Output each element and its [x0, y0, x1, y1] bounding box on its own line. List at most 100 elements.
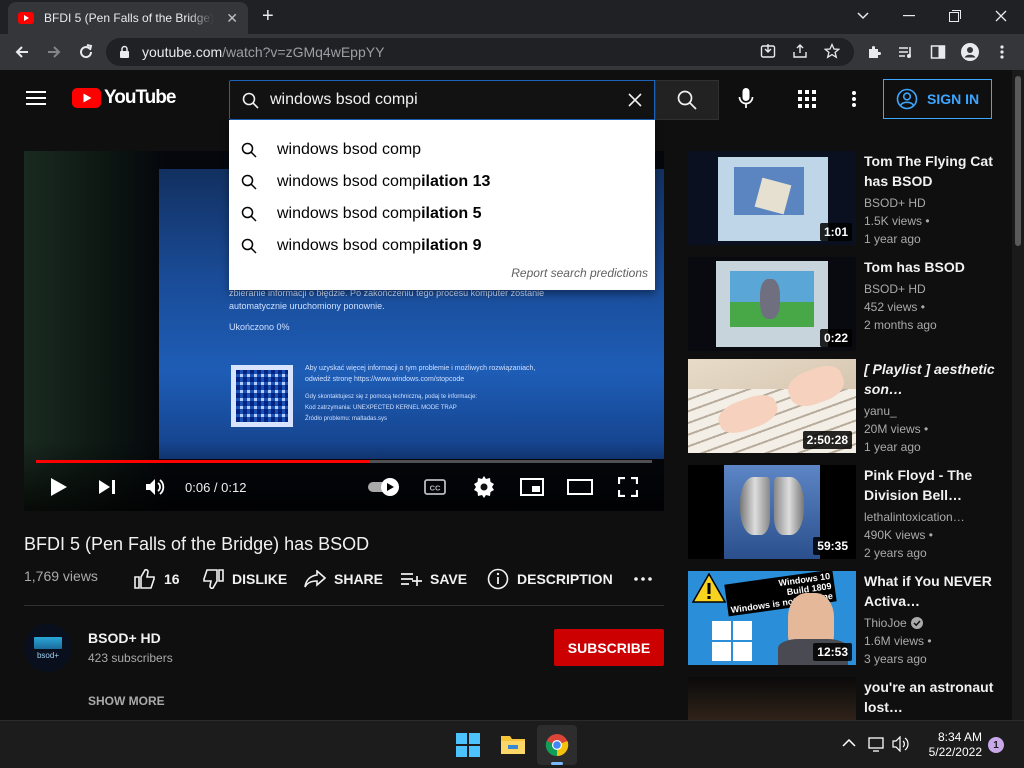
- close-window-icon[interactable]: [987, 6, 1015, 26]
- search-button[interactable]: [655, 80, 719, 120]
- recommendation-title[interactable]: What if You NEVER Activa…: [864, 571, 998, 611]
- more-actions-icon[interactable]: [634, 568, 652, 590]
- file-explorer-folder-icon[interactable]: [500, 733, 526, 755]
- back-arrow-icon[interactable]: [12, 42, 32, 62]
- video-thumbnail[interactable]: 1:01: [688, 151, 856, 245]
- suggestion-text: windows bsod compilation 13: [277, 173, 490, 191]
- voice-search-mic-icon[interactable]: [738, 88, 754, 110]
- play-icon[interactable]: [50, 473, 68, 501]
- recommendation-item[interactable]: 59:35 Pink Floyd - The Division Bell… le…: [688, 465, 1008, 565]
- show-more-button[interactable]: SHOW MORE: [88, 694, 165, 708]
- settings-gear-icon[interactable]: [473, 473, 495, 501]
- clock-time: 8:34 AM: [937, 730, 982, 744]
- time-display: 0:06 / 0:12: [185, 479, 247, 495]
- apps-grid-icon[interactable]: [798, 90, 816, 108]
- install-app-icon[interactable]: [760, 43, 776, 59]
- share-button[interactable]: SHARE: [304, 568, 383, 590]
- suggestion-text: windows bsod compilation 5: [277, 205, 482, 223]
- recommendation-item[interactable]: Windows 10 Build 1809 Windows is not gen…: [688, 571, 1008, 671]
- suggestion-search-icon: [241, 174, 257, 190]
- channel-avatar-logo: [34, 636, 62, 649]
- address-bar[interactable]: youtube.com/watch?v=zGMq4wEppYY: [106, 38, 854, 66]
- recommendation-title[interactable]: Tom has BSOD: [864, 257, 998, 277]
- video-thumbnail[interactable]: 59:35: [688, 465, 856, 559]
- video-thumbnail[interactable]: 0:22: [688, 257, 856, 351]
- info-icon: [487, 568, 509, 590]
- extensions-puzzle-icon[interactable]: [864, 42, 884, 62]
- channel-avatar[interactable]: bsod+: [24, 624, 72, 672]
- hamburger-menu-icon[interactable]: [26, 90, 46, 106]
- search-input[interactable]: [270, 91, 610, 109]
- recommendation-title[interactable]: [ Playlist ] aesthetic son…: [864, 359, 998, 399]
- recommendation-title[interactable]: you're an astronaut lost…: [864, 677, 998, 717]
- progress-bar[interactable]: [36, 460, 652, 463]
- clear-search-icon[interactable]: [628, 93, 642, 107]
- system-clock[interactable]: 8:34 AM 5/22/2022: [918, 730, 982, 760]
- subtitles-cc-icon[interactable]: CC: [424, 473, 446, 501]
- thumbnail-image: [740, 477, 770, 535]
- minimize-icon[interactable]: [895, 6, 923, 26]
- video-thumbnail[interactable]: [688, 677, 856, 720]
- miniplayer-icon[interactable]: [520, 473, 544, 501]
- theater-mode-icon[interactable]: [567, 473, 593, 501]
- scrollbar-thumb[interactable]: [1015, 76, 1021, 246]
- fullscreen-icon[interactable]: [618, 473, 638, 501]
- network-icon[interactable]: [868, 736, 886, 752]
- tab-search-icon[interactable]: [849, 6, 877, 26]
- recommendation-channel[interactable]: lethalintoxication…: [864, 510, 972, 524]
- speaker-volume-icon[interactable]: [892, 736, 910, 752]
- recommendation-title[interactable]: Pink Floyd - The Division Bell…: [864, 465, 998, 505]
- show-hidden-icons-chevron-icon[interactable]: [842, 739, 856, 747]
- recommendation-item[interactable]: 1:01 Tom The Flying Cat has BSOD BSOD+ H…: [688, 151, 1008, 251]
- next-video-icon[interactable]: [98, 473, 116, 501]
- video-thumbnail[interactable]: Windows 10 Build 1809 Windows is not gen…: [688, 571, 856, 665]
- suggestion-item[interactable]: windows bsod compilation 9: [229, 230, 655, 262]
- suggestion-item[interactable]: windows bsod compilation 5: [229, 198, 655, 230]
- youtube-logo[interactable]: YouTube: [72, 87, 176, 109]
- start-windows-icon[interactable]: [456, 733, 480, 757]
- lock-icon[interactable]: [119, 45, 130, 59]
- recommendation-item[interactable]: you're an astronaut lost…: [688, 677, 1008, 720]
- recommendation-channel[interactable]: BSOD+ HD: [864, 282, 972, 296]
- notification-badge[interactable]: 1: [988, 737, 1004, 753]
- recommendation-title[interactable]: Tom The Flying Cat has BSOD: [864, 151, 998, 191]
- channel-name[interactable]: BSOD+ HD: [88, 630, 161, 646]
- browser-tab[interactable]: BFDI 5 (Pen Falls of the Bridge) has BSO…: [8, 2, 248, 34]
- tab-close-icon[interactable]: ✕: [226, 10, 238, 27]
- youtube-favicon-icon: [18, 12, 34, 24]
- volume-icon[interactable]: [145, 473, 165, 501]
- recommendation-channel[interactable]: yanu_: [864, 404, 972, 418]
- recommendation-item[interactable]: 2:50:28 [ Playlist ] aesthetic son… yanu…: [688, 359, 1008, 459]
- restore-icon[interactable]: [941, 6, 969, 26]
- share-label: SHARE: [334, 571, 384, 587]
- dislike-button[interactable]: DISLIKE: [202, 568, 287, 590]
- recommendation-channel[interactable]: BSOD+ HD: [864, 196, 972, 210]
- sign-in-button[interactable]: SIGN IN: [883, 79, 992, 119]
- chrome-taskbar-button[interactable]: [537, 725, 577, 765]
- autoplay-toggle[interactable]: [368, 473, 404, 501]
- settings-kebab-icon[interactable]: [852, 90, 856, 108]
- report-search-predictions-link[interactable]: Report search predictions: [511, 266, 648, 280]
- save-button[interactable]: SAVE: [400, 568, 467, 590]
- recommendation-channel-row[interactable]: ThioJoe: [864, 616, 972, 630]
- suggestion-item[interactable]: windows bsod comp: [229, 134, 655, 166]
- profile-avatar-icon[interactable]: [960, 42, 980, 62]
- video-thumbnail[interactable]: 2:50:28: [688, 359, 856, 453]
- share-page-icon[interactable]: [792, 43, 808, 59]
- forward-arrow-icon[interactable]: [44, 42, 64, 62]
- search-box[interactable]: [229, 80, 655, 120]
- suggestion-item[interactable]: windows bsod compilation 13: [229, 166, 655, 198]
- description-button[interactable]: DESCRIPTION: [487, 568, 613, 590]
- reload-icon[interactable]: [76, 42, 96, 62]
- recommendation-channel[interactable]: ThioJoe: [864, 616, 907, 630]
- bookmark-star-icon[interactable]: [824, 43, 840, 59]
- side-panel-icon[interactable]: [928, 42, 948, 62]
- page-scrollbar[interactable]: [1012, 70, 1024, 720]
- like-button[interactable]: 16: [134, 568, 180, 590]
- subscriber-count: 423 subscribers: [88, 651, 173, 665]
- media-queue-icon[interactable]: [896, 42, 916, 62]
- new-tab-button[interactable]: +: [262, 6, 274, 26]
- recommendation-item[interactable]: 0:22 Tom has BSOD BSOD+ HD 452 views • 2…: [688, 257, 1008, 357]
- subscribe-button[interactable]: SUBSCRIBE: [554, 629, 664, 666]
- chrome-menu-kebab-icon[interactable]: [992, 42, 1012, 62]
